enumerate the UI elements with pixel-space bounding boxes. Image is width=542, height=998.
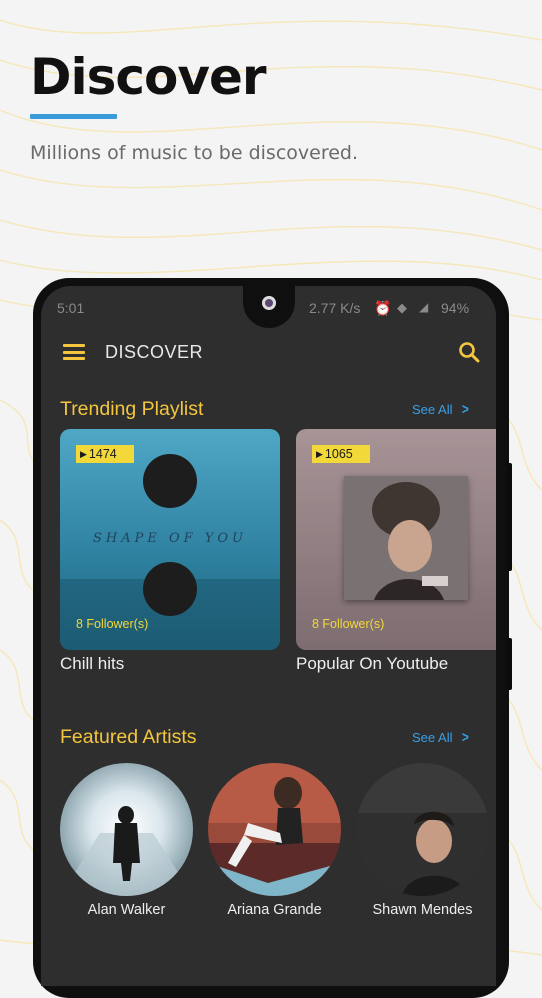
playlist-name[interactable]: Popular On Youtube (296, 654, 448, 674)
hamburger-menu-icon[interactable] (63, 344, 85, 360)
play-count-badge: ▶ 1474 (76, 445, 134, 463)
featured-see-all-link[interactable]: See All > (412, 729, 470, 746)
wifi-icon: ◆ (397, 300, 407, 315)
followers-count: 8 Follower(s) (312, 617, 385, 631)
phone-side-button (507, 463, 512, 571)
play-count: 1065 (324, 447, 353, 461)
artist-photo-graphic (60, 763, 193, 896)
page-subtitle: Millions of music to be discovered. (30, 142, 359, 164)
trending-see-all-link[interactable]: See All > (412, 401, 470, 418)
play-count: 1474 (88, 447, 117, 461)
trending-playlist-heading: Trending Playlist (60, 398, 204, 420)
front-camera-icon (262, 296, 276, 310)
title-underline (30, 114, 117, 119)
artist-name: Shawn Mendes (372, 902, 473, 918)
artist-photo-graphic (208, 763, 341, 896)
play-icon: ▶ (316, 449, 323, 459)
artist-avatar (208, 763, 341, 896)
artist-card-ariana-grande[interactable]: Ariana Grande (208, 763, 341, 918)
page-title: Discover (30, 48, 267, 106)
battery-level: 94% (441, 300, 470, 316)
artist-card-shawn-mendes[interactable]: Shawn Mendes (356, 763, 489, 918)
app-screen: 5:01 2.77 K/s ⏰ ◆ ◢ 94% DISCOVER Trendin… (41, 286, 496, 986)
status-time: 5:01 (57, 300, 85, 316)
alarm-icon: ⏰ (374, 300, 392, 316)
app-bar-title: DISCOVER (105, 342, 204, 362)
see-all-label: See All (412, 402, 453, 417)
chevron-right-icon: > (462, 401, 470, 418)
artist-name: Ariana Grande (227, 902, 322, 918)
search-icon[interactable] (457, 340, 481, 364)
playlist-card-chill-hits[interactable]: SHAPE OF YOU ▶ 1474 8 Follower(s) (60, 429, 280, 650)
album-art-ariana (344, 476, 468, 600)
artist-name: Alan Walker (87, 902, 166, 918)
phone-frame: 5:01 2.77 K/s ⏰ ◆ ◢ 94% DISCOVER Trendin… (33, 278, 512, 998)
signal-icon: ◢ (419, 300, 429, 314)
artist-photo-graphic (356, 763, 489, 896)
chevron-right-icon: > (462, 729, 470, 746)
artist-avatar (60, 763, 193, 896)
status-network-speed: 2.77 K/s (309, 300, 361, 316)
play-icon: ▶ (80, 449, 87, 459)
album-cover-text: SHAPE OF YOU (92, 531, 247, 546)
play-count-badge: ▶ 1065 (312, 445, 370, 463)
playlist-card-popular-on-youtube[interactable]: ▶ 1065 8 Follower(s) (296, 429, 496, 650)
app-bar: DISCOVER (41, 334, 496, 374)
featured-artists-heading: Featured Artists (60, 726, 197, 748)
artist-card-alan-walker[interactable]: Alan Walker (60, 763, 193, 918)
followers-count: 8 Follower(s) (76, 617, 149, 631)
artist-avatar (356, 763, 489, 896)
artist-silhouette-graphic (344, 476, 468, 600)
playlist-name[interactable]: Chill hits (60, 654, 124, 674)
phone-side-button-lower (507, 638, 512, 690)
see-all-label: See All (412, 730, 453, 745)
